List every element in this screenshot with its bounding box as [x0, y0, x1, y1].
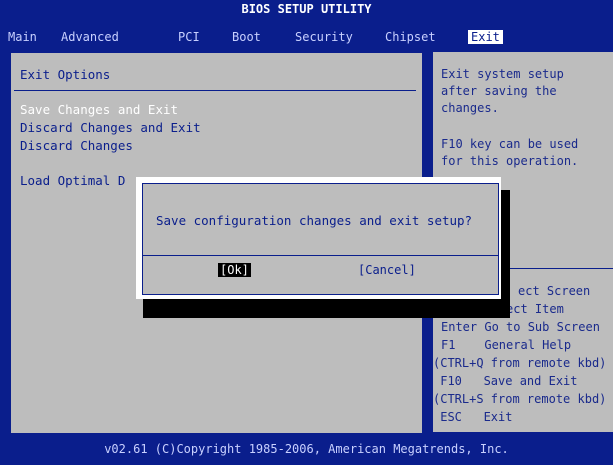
dialog-shadow — [143, 296, 510, 318]
menu-tab-exit[interactable]: Exit — [468, 30, 503, 44]
option-load-optimal-defaults[interactable]: Load Optimal D — [20, 173, 125, 188]
key-help-save-exit: F10 Save and Exit — [433, 374, 578, 388]
help-hint-line-2: for this operation. — [441, 154, 579, 168]
key-help-ctrl-q: (CTRL+Q from remote kbd) — [433, 356, 607, 370]
ok-button[interactable]: [Ok] — [218, 263, 251, 277]
key-help-general-help: F1 General Help — [441, 338, 572, 352]
menu-tab-pci[interactable]: PCI — [178, 30, 200, 44]
dialog-backdrop-strip — [500, 190, 510, 300]
help-description-line-1: Exit system setup — [441, 67, 564, 81]
menu-tab-chipset[interactable]: Chipset — [385, 30, 436, 44]
confirm-dialog-body — [142, 183, 499, 295]
bios-title: BIOS SETUP UTILITY — [241, 2, 372, 16]
dialog-message: Save configuration changes and exit setu… — [156, 213, 473, 228]
copyright-footer: v02.61 (C)Copyright 1985-2006, American … — [104, 442, 509, 456]
help-description-line-3: changes. — [441, 101, 499, 115]
option-save-changes-and-exit[interactable]: Save Changes and Exit — [20, 102, 178, 117]
menu-tab-boot[interactable]: Boot — [232, 30, 261, 44]
key-help-esc-exit: ESC Exit — [433, 410, 513, 424]
option-discard-changes-and-exit[interactable]: Discard Changes and Exit — [20, 120, 201, 135]
menu-tab-main[interactable]: Main — [8, 30, 37, 44]
help-hint-line-1: F10 key can be used — [441, 137, 579, 151]
heading-divider — [14, 90, 416, 91]
key-help-ctrl-s: (CTRL+S from remote kbd) — [433, 392, 607, 406]
dialog-divider — [142, 255, 498, 256]
exit-options-heading: Exit Options — [20, 67, 111, 82]
key-help-select-screen: ect Screen — [518, 284, 591, 298]
key-help-sub-screen: Enter Go to Sub Screen — [441, 320, 600, 334]
help-description-line-2: after saving the — [441, 84, 557, 98]
option-discard-changes[interactable]: Discard Changes — [20, 138, 133, 153]
menu-tab-advanced[interactable]: Advanced — [61, 30, 119, 44]
menu-tab-security[interactable]: Security — [295, 30, 353, 44]
cancel-button[interactable]: [Cancel] — [358, 263, 416, 277]
